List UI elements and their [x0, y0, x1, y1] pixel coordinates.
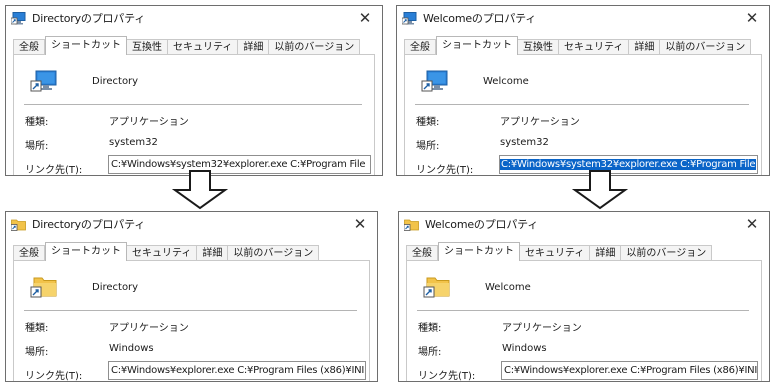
link-target-label: リンク先(T): — [416, 165, 474, 176]
computer-shortcut-icon — [30, 70, 57, 92]
tab-security[interactable]: セキュリティ — [168, 39, 239, 55]
tab-shortcut[interactable]: ショートカット — [45, 36, 127, 55]
computer-shortcut-icon — [421, 70, 448, 92]
tab-strip: 全般 ショートカット 互換性 セキュリティ 詳細 以前のバージョン — [13, 36, 375, 55]
type-label: 種類: — [418, 323, 442, 334]
link-target-input[interactable]: C:¥Windows¥system32¥explorer.exe C:¥Prog… — [108, 155, 371, 174]
shortcut-name: Welcome — [485, 282, 531, 293]
close-button[interactable]: ✕ — [351, 215, 369, 233]
tab-previous-versions[interactable]: 以前のバージョン — [228, 245, 320, 261]
tab-previous-versions[interactable]: 以前のバージョン — [621, 245, 713, 261]
tab-details[interactable]: 詳細 — [629, 39, 661, 55]
shortcut-panel: Directory 種類: アプリケーション 場所: system32 リンク先… — [13, 54, 375, 176]
location-value: Windows — [502, 343, 547, 354]
link-target-input[interactable]: C:¥Windows¥system32¥explorer.exe C:¥Prog… — [499, 155, 758, 174]
tab-details[interactable]: 詳細 — [238, 39, 270, 55]
tab-security[interactable]: セキュリティ — [520, 245, 591, 261]
tab-security[interactable]: セキュリティ — [127, 245, 198, 261]
close-button[interactable]: ✕ — [356, 9, 374, 27]
type-value: アプリケーション — [109, 117, 189, 128]
tab-strip: 全般 ショートカット セキュリティ 詳細 以前のバージョン — [406, 242, 762, 261]
tab-shortcut[interactable]: ショートカット — [45, 242, 127, 261]
properties-dialog-welcome-after: Welcomeのプロパティ ✕ 全般 ショートカット セキュリティ 詳細 以前の… — [398, 211, 770, 382]
close-button[interactable]: ✕ — [743, 215, 761, 233]
type-value: アプリケーション — [500, 117, 580, 128]
separator — [24, 104, 362, 105]
link-target-label: リンク先(T): — [25, 165, 83, 176]
properties-dialog-directory-before: Directoryのプロパティ ✕ 全般 ショートカット 互換性 セキュリティ … — [5, 5, 383, 176]
shortcut-name: Directory — [92, 282, 139, 293]
tab-general[interactable]: 全般 — [404, 39, 436, 55]
close-button[interactable]: ✕ — [743, 9, 761, 27]
window-title: Welcomeのプロパティ — [423, 12, 537, 25]
link-target-label: リンク先(T): — [418, 371, 476, 382]
title-bar: Welcomeのプロパティ ✕ — [397, 6, 769, 30]
window-title: Welcomeのプロパティ — [425, 218, 539, 231]
type-label: 種類: — [25, 117, 49, 128]
shortcut-name: Welcome — [483, 76, 529, 87]
folder-shortcut-icon — [423, 277, 450, 298]
computer-icon — [402, 11, 417, 24]
link-target-input[interactable]: C:¥Windows¥explorer.exe C:¥Program Files… — [108, 361, 366, 380]
separator — [415, 104, 749, 105]
location-value: system32 — [500, 137, 549, 148]
tab-compatibility[interactable]: 互換性 — [127, 39, 168, 55]
tab-compatibility[interactable]: 互換性 — [518, 39, 559, 55]
tab-general[interactable]: 全般 — [13, 245, 45, 261]
location-label: 場所: — [418, 347, 442, 358]
tab-strip: 全般 ショートカット 互換性 セキュリティ 詳細 以前のバージョン — [404, 36, 762, 55]
properties-dialog-welcome-before: Welcomeのプロパティ ✕ 全般 ショートカット 互換性 セキュリティ 詳細… — [396, 5, 770, 176]
properties-dialog-directory-after: Directoryのプロパティ ✕ 全般 ショートカット セキュリティ 詳細 以… — [5, 211, 378, 382]
shortcut-panel: Directory 種類: アプリケーション 場所: Windows リンク先(… — [13, 260, 370, 382]
folder-icon — [404, 219, 419, 231]
location-label: 場所: — [25, 141, 49, 152]
link-target-label: リンク先(T): — [25, 371, 83, 382]
type-label: 種類: — [416, 117, 440, 128]
location-value: system32 — [109, 137, 158, 148]
type-label: 種類: — [25, 323, 49, 334]
tab-shortcut[interactable]: ショートカット — [436, 36, 518, 55]
tab-details[interactable]: 詳細 — [590, 245, 622, 261]
location-label: 場所: — [25, 347, 49, 358]
title-bar: Welcomeのプロパティ ✕ — [399, 212, 769, 236]
folder-shortcut-icon — [30, 277, 57, 298]
type-value: アプリケーション — [109, 323, 189, 334]
location-value: Windows — [109, 343, 154, 354]
type-value: アプリケーション — [502, 323, 582, 334]
separator — [417, 310, 749, 311]
tab-previous-versions[interactable]: 以前のバージョン — [269, 39, 361, 55]
tab-previous-versions[interactable]: 以前のバージョン — [660, 39, 752, 55]
folder-icon — [11, 219, 26, 231]
title-bar: Directoryのプロパティ ✕ — [6, 6, 382, 30]
tab-general[interactable]: 全般 — [13, 39, 45, 55]
selected-link-text: C:¥Windows¥system32¥explorer.exe C:¥Prog… — [500, 159, 757, 170]
tab-general[interactable]: 全般 — [406, 245, 438, 261]
shortcut-name: Directory — [92, 76, 139, 87]
title-bar: Directoryのプロパティ ✕ — [6, 212, 377, 236]
tab-strip: 全般 ショートカット セキュリティ 詳細 以前のバージョン — [13, 242, 370, 261]
link-target-input[interactable]: C:¥Windows¥explorer.exe C:¥Program Files… — [501, 361, 758, 380]
shortcut-panel: Welcome 種類: アプリケーション 場所: Windows リンク先(T)… — [406, 260, 762, 382]
tab-details[interactable]: 詳細 — [197, 245, 229, 261]
down-arrow-icon — [572, 170, 628, 210]
down-arrow-icon — [172, 170, 228, 210]
computer-icon — [11, 11, 26, 24]
location-label: 場所: — [416, 141, 440, 152]
separator — [24, 310, 357, 311]
window-title: Directoryのプロパティ — [32, 218, 146, 231]
tab-security[interactable]: セキュリティ — [559, 39, 630, 55]
shortcut-panel: Welcome 種類: アプリケーション 場所: system32 リンク先(T… — [404, 54, 762, 176]
window-title: Directoryのプロパティ — [32, 12, 146, 25]
tab-shortcut[interactable]: ショートカット — [438, 242, 520, 261]
